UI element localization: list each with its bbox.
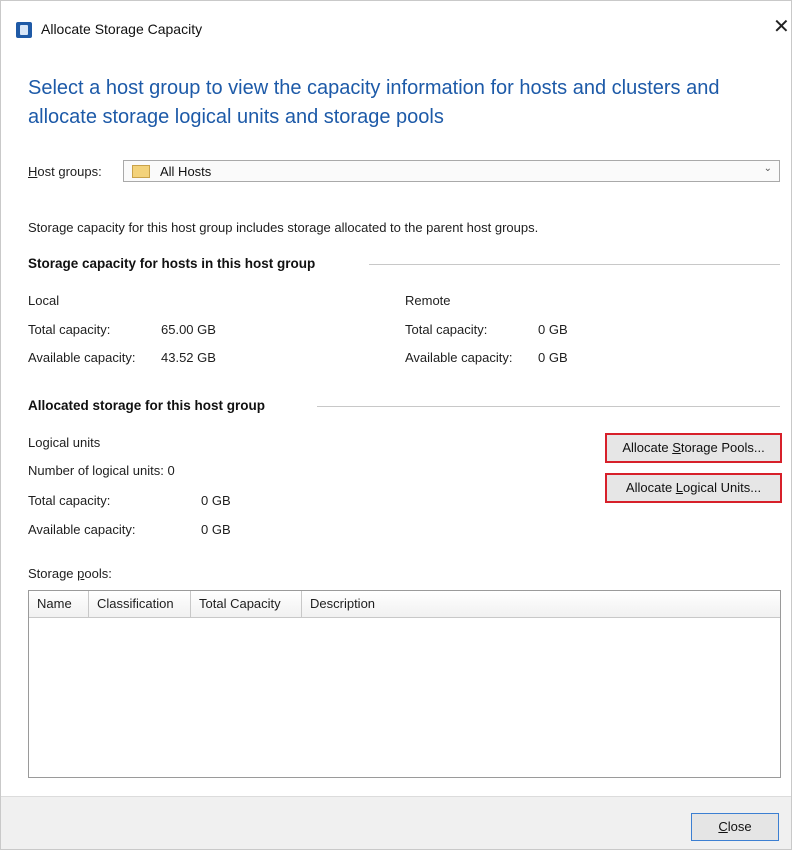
local-total-label: Total capacity:: [28, 322, 111, 337]
allocate-storage-pools-button[interactable]: Allocate Storage Pools...: [605, 433, 782, 463]
btn-units-post: ogical Units...: [683, 480, 762, 495]
close-button-accesskey: C: [718, 819, 728, 834]
folder-icon: [132, 165, 150, 178]
local-available-label: Available capacity:: [28, 350, 136, 365]
btn-pools-post: torage Pools...: [680, 440, 765, 455]
dialog-footer: Close: [1, 796, 791, 849]
allocate-logical-units-label: Allocate Logical Units...: [626, 480, 761, 495]
btn-pools-accesskey: S: [672, 440, 681, 455]
local-total-value: 65.00 GB: [161, 322, 216, 337]
remote-available-label: Available capacity:: [405, 350, 513, 365]
storage-pools-table-header: Name Classification Total Capacity Descr…: [29, 591, 780, 618]
number-of-logical-units-value: 0: [167, 463, 175, 478]
hosts-section-divider: [369, 264, 780, 265]
allocated-total-value: 0 GB: [201, 493, 231, 508]
allocated-section-divider: [317, 406, 780, 407]
allocated-available-label: Available capacity:: [28, 522, 136, 537]
hosts-section-title: Storage capacity for hosts in this host …: [28, 256, 316, 271]
remote-total-value: 0 GB: [538, 322, 568, 337]
allocated-total-label: Total capacity:: [28, 493, 111, 508]
storage-pools-label: Storage pools:: [28, 566, 112, 581]
chevron-down-icon[interactable]: ⌄: [764, 163, 772, 174]
host-groups-label-rest: ost groups:: [37, 164, 102, 179]
storage-pools-label-post: ools:: [84, 566, 112, 581]
storage-note: Storage capacity for this host group inc…: [28, 220, 539, 235]
host-groups-dropdown[interactable]: All Hosts ⌄: [123, 160, 780, 182]
page-heading: Select a host group to view the capacity…: [28, 77, 720, 128]
close-button[interactable]: Close: [691, 813, 779, 841]
host-groups-label-accesskey: H: [28, 164, 38, 179]
local-available-value: 43.52 GB: [161, 350, 216, 365]
remote-available-value: 0 GB: [538, 350, 568, 365]
host-groups-label: Host groups:: [28, 164, 102, 179]
remote-total-label: Total capacity:: [405, 322, 488, 337]
btn-units-accesskey: L: [675, 480, 684, 495]
column-header-classification[interactable]: Classification: [89, 591, 191, 617]
title-bar: Allocate Storage Capacity ✕: [1, 1, 791, 55]
storage-pools-table[interactable]: Name Classification Total Capacity Descr…: [28, 590, 781, 778]
allocate-storage-dialog: Allocate Storage Capacity ✕ Select a hos…: [0, 0, 792, 850]
close-icon[interactable]: ✕: [773, 17, 790, 37]
allocated-section-title: Allocated storage for this host group: [28, 398, 266, 413]
close-button-label-rest: lose: [727, 819, 752, 834]
column-header-name[interactable]: Name: [29, 591, 89, 617]
storage-pools-label-pre: Storage: [28, 566, 78, 581]
allocated-available-value: 0 GB: [201, 522, 231, 537]
local-label: Local: [28, 293, 60, 308]
remote-label: Remote: [405, 293, 451, 308]
column-header-description[interactable]: Description: [302, 591, 780, 617]
number-of-logical-units-label: Number of logical units:: [28, 463, 164, 478]
column-header-total-capacity[interactable]: Total Capacity: [191, 591, 302, 617]
logical-units-count: Number of logical units: 0: [28, 463, 175, 478]
app-icon: [16, 22, 32, 38]
host-groups-selected: All Hosts: [160, 164, 212, 179]
allocate-storage-pools-label: Allocate Storage Pools...: [622, 440, 764, 455]
btn-pools-pre: Allocate: [622, 440, 673, 455]
btn-units-pre: Allocate: [625, 480, 676, 495]
allocate-logical-units-button[interactable]: Allocate Logical Units...: [605, 473, 782, 503]
logical-units-label: Logical units: [28, 435, 101, 450]
window-title: Allocate Storage Capacity: [41, 21, 203, 37]
